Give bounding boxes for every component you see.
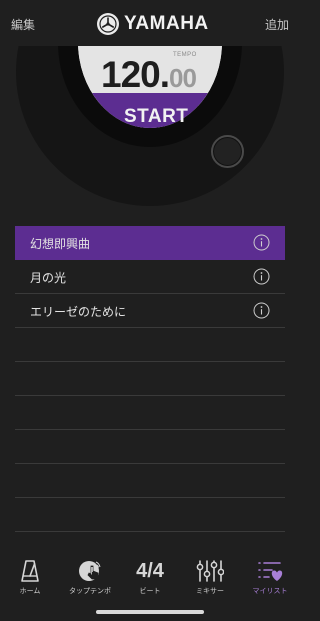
dial-knob[interactable] xyxy=(211,135,244,168)
empty-list-row xyxy=(15,464,285,498)
empty-list-row xyxy=(15,498,285,532)
metronome-dial: TEMPO 120.00 START xyxy=(0,46,300,212)
tab-my-list[interactable]: マイリスト xyxy=(240,558,300,596)
yamaha-tuning-fork-icon xyxy=(97,13,119,35)
tap-tempo-icon xyxy=(79,561,101,581)
empty-list-row xyxy=(15,362,285,396)
mixer-icon xyxy=(196,560,224,582)
tab-mixer-label: ミキサー xyxy=(196,587,224,595)
beat-value: 4/4 xyxy=(136,560,164,582)
info-icon[interactable] xyxy=(253,234,270,251)
playlist-heart-icon xyxy=(258,562,283,581)
list-item[interactable]: 月の光 xyxy=(15,260,285,294)
empty-list-row xyxy=(15,396,285,430)
list-item-label: エリーゼのために xyxy=(30,305,127,319)
home-indicator[interactable] xyxy=(96,610,204,614)
empty-list-row xyxy=(15,328,285,362)
playlist: 幻想即興曲 月の光 エリーゼのために xyxy=(15,226,285,532)
tab-tap-tempo-label: タップテンポ xyxy=(69,587,111,595)
add-button[interactable]: 追加 xyxy=(265,16,289,33)
yamaha-logo: YAMAHA xyxy=(97,12,209,36)
tab-mixer[interactable]: ミキサー xyxy=(180,558,240,596)
list-item[interactable]: 幻想即興曲 xyxy=(15,226,285,260)
info-icon[interactable] xyxy=(253,302,270,319)
tab-beat[interactable]: 4/4 ビート xyxy=(120,558,180,596)
tempo-separator: . xyxy=(159,54,170,95)
tempo-value[interactable]: 120.00 xyxy=(101,54,197,96)
tab-tap-tempo[interactable]: タップテンポ xyxy=(60,558,120,596)
start-button[interactable]: START xyxy=(124,106,188,128)
tempo-integer: 120 xyxy=(101,54,161,95)
tab-home-label: ホーム xyxy=(19,587,41,595)
app-header: 編集 YAMAHA 追加 xyxy=(0,0,300,46)
list-item-label: 幻想即興曲 xyxy=(30,237,91,251)
tab-my-list-label: マイリスト xyxy=(252,587,288,595)
tab-beat-label: ビート xyxy=(139,587,161,595)
info-icon[interactable] xyxy=(253,268,270,285)
metronome-icon xyxy=(21,560,39,582)
tempo-decimal: 00 xyxy=(169,63,197,93)
empty-list-row xyxy=(15,430,285,464)
tab-home[interactable]: ホーム xyxy=(0,558,60,596)
list-item-label: 月の光 xyxy=(30,271,67,285)
brand-name: YAMAHA xyxy=(124,13,209,34)
edit-button[interactable]: 編集 xyxy=(11,16,35,33)
list-item[interactable]: エリーゼのために xyxy=(15,294,285,328)
